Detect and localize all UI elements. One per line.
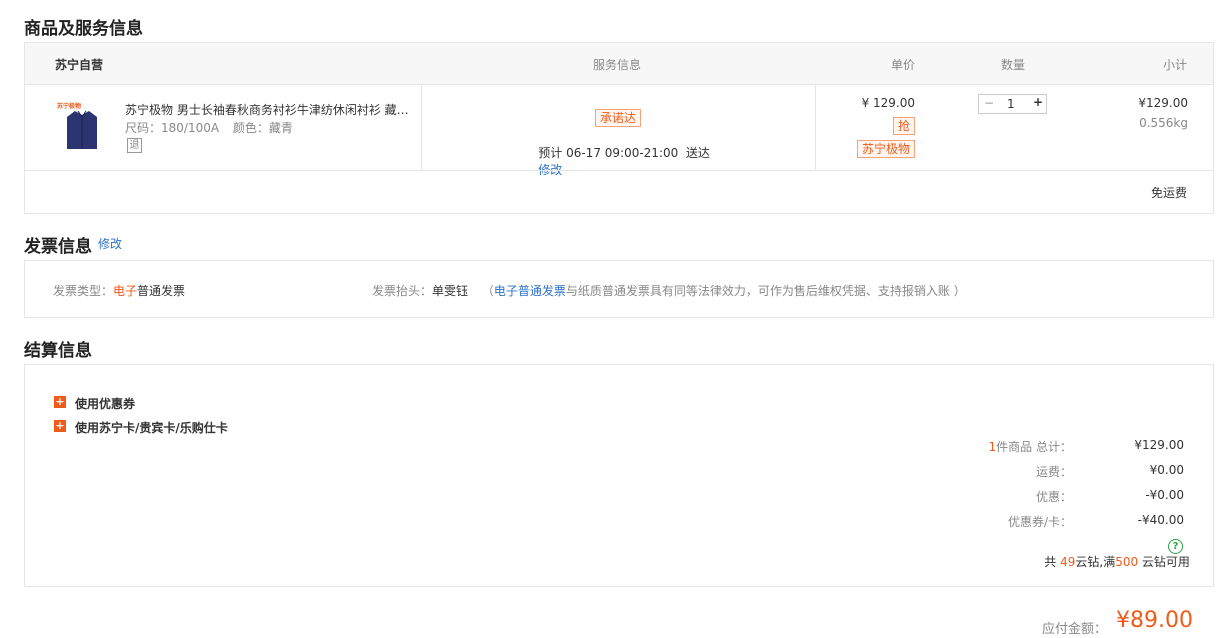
use-card-toggle[interactable]: 使用苏宁卡/贵宾卡/乐购仕卡 bbox=[75, 419, 228, 436]
row-divider bbox=[25, 170, 1213, 171]
promise-tag: 承诺达 bbox=[595, 109, 642, 127]
goods-section-title: 商品及服务信息 bbox=[24, 19, 143, 39]
invoice-edit-link[interactable]: 修改 bbox=[98, 235, 122, 252]
invoice-type-label: 发票类型： bbox=[53, 284, 114, 298]
shipping-note: 免运费 bbox=[1150, 186, 1187, 200]
coupon-expand-icon[interactable]: + bbox=[54, 396, 66, 408]
brand-tag: 苏宁极物 bbox=[857, 140, 916, 158]
unit-price: ¥ 129.00 bbox=[861, 96, 915, 110]
summary-shipping-value: ¥0.00 bbox=[1149, 463, 1184, 477]
qty-plus-button[interactable]: + bbox=[1033, 95, 1043, 109]
summary-label: 1件商品 总计： bbox=[925, 438, 1072, 455]
summary-discount-value: -¥0.00 bbox=[1145, 488, 1184, 502]
header-service: 服务信息 bbox=[593, 58, 642, 72]
qty-minus-button[interactable]: − bbox=[984, 96, 994, 110]
product-name[interactable]: 苏宁极物 男士长袖春秋商务衬衫牛津纺休闲衬衫 藏… bbox=[125, 101, 415, 118]
return-badge: 退 bbox=[127, 138, 142, 153]
help-icon[interactable]: ? bbox=[1168, 539, 1183, 554]
summary-total-value: ¥129.00 bbox=[1134, 438, 1184, 452]
header-price: 单价 bbox=[891, 58, 916, 72]
shirt-image bbox=[67, 110, 97, 149]
line-weight: 0.556kg bbox=[1139, 116, 1188, 130]
diamond-threshold: 500 bbox=[1115, 555, 1139, 569]
summary-discount-label: 优惠： bbox=[1035, 490, 1072, 504]
payable-amount: ¥89.00 bbox=[1116, 608, 1193, 633]
summary-shipping-label: 运费： bbox=[1035, 465, 1072, 479]
goods-panel: 苏宁自营 服务信息 单价 数量 小计 苏宁极物 苏宁极物 男士长袖春秋商务衬衫牛… bbox=[24, 42, 1214, 214]
diamond-info: 共 49云钻,满500 云钻可用 bbox=[1029, 539, 1190, 584]
color-value: 藏青 bbox=[268, 121, 293, 135]
invoice-note-open: （ bbox=[481, 284, 494, 298]
delivery-text: 预计 06-17 09:00-21:00 送达 bbox=[538, 146, 710, 160]
invoice-head-value: 单雯钰 bbox=[432, 284, 469, 298]
size-label: 尺码： bbox=[125, 121, 162, 135]
store-name: 苏宁自营 bbox=[55, 58, 104, 72]
invoice-type-highlight: 电子 bbox=[113, 284, 138, 298]
summary-coupon-value: -¥40.00 bbox=[1137, 513, 1184, 527]
color-label: 颜色： bbox=[232, 121, 269, 135]
settlement-section-title: 结算信息 bbox=[24, 341, 92, 361]
invoice-note-text: 与纸质普通发票具有同等法律效力，可作为售后维权凭据、支持报销入账 ） bbox=[565, 284, 966, 298]
use-coupon-toggle[interactable]: 使用优惠券 bbox=[75, 395, 135, 412]
payable-label: 应付金额： bbox=[1042, 622, 1108, 637]
header-subtotal: 小计 bbox=[1163, 58, 1188, 72]
invoice-head: 发票抬头：单雯钰 （电子普通发票与纸质普通发票具有同等法律效力，可作为售后维权凭… bbox=[372, 282, 966, 299]
settlement-panel: + 使用优惠券 + 使用苏宁卡/贵宾卡/乐购仕卡 1件商品 总计： ¥129.0… bbox=[24, 364, 1214, 587]
product-image[interactable]: 苏宁极物 bbox=[55, 101, 105, 151]
invoice-head-label: 发票抬头： bbox=[372, 284, 433, 298]
invoice-section-title: 发票信息 bbox=[24, 237, 92, 257]
diamond-count: 49 bbox=[1060, 555, 1076, 569]
delivery-time: 预计 06-17 09:00-21:00 送达 修改 bbox=[523, 130, 710, 192]
diamond-mid: 云钻,满 bbox=[1075, 555, 1116, 569]
quantity-stepper[interactable]: − 1 + bbox=[978, 94, 1047, 114]
diamond-post: 云钻可用 bbox=[1138, 555, 1190, 569]
header-qty: 数量 bbox=[1001, 58, 1026, 72]
invoice-note-link[interactable]: 电子普通发票 bbox=[494, 284, 566, 298]
invoice-type-value: 普通发票 bbox=[137, 284, 186, 298]
invoice-panel: 发票类型：电子普通发票 发票抬头：单雯钰 （电子普通发票与纸质普通发票具有同等法… bbox=[24, 260, 1214, 318]
size-value: 180/100A bbox=[161, 121, 220, 135]
diamond-pre: 共 bbox=[1044, 555, 1061, 569]
summary-total-label: 件商品 总计： bbox=[996, 440, 1072, 454]
divider bbox=[421, 85, 422, 170]
product-spec: 尺码：180/100A 颜色：藏青 bbox=[125, 119, 293, 136]
invoice-type: 发票类型：电子普通发票 bbox=[53, 282, 185, 299]
line-subtotal: ¥129.00 bbox=[1138, 96, 1188, 110]
qty-value[interactable]: 1 bbox=[1007, 97, 1015, 111]
grab-tag: 抢 bbox=[893, 117, 916, 135]
card-expand-icon[interactable]: + bbox=[54, 420, 66, 432]
summary-coupon-label: 优惠券/卡： bbox=[1007, 515, 1072, 529]
